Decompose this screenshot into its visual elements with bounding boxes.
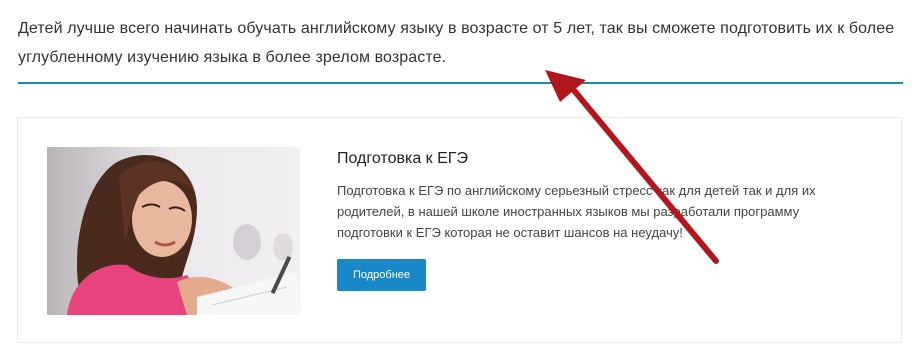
service-card: Подготовка к ЕГЭ Подготовка к ЕГЭ по анг… bbox=[17, 117, 902, 343]
intro-paragraph: Детей лучше всего начинать обучать англи… bbox=[18, 20, 895, 66]
card-description: Подготовка к ЕГЭ по английскому серьезны… bbox=[337, 183, 816, 240]
student-photo bbox=[47, 147, 300, 315]
section-divider bbox=[18, 82, 903, 84]
page: Детей лучше всего начинать обучать англи… bbox=[0, 0, 920, 345]
card-title: Подготовка к ЕГЭ bbox=[337, 150, 468, 167]
student-photo-illustration bbox=[47, 147, 300, 315]
more-details-button[interactable]: Подробнее bbox=[337, 259, 426, 291]
